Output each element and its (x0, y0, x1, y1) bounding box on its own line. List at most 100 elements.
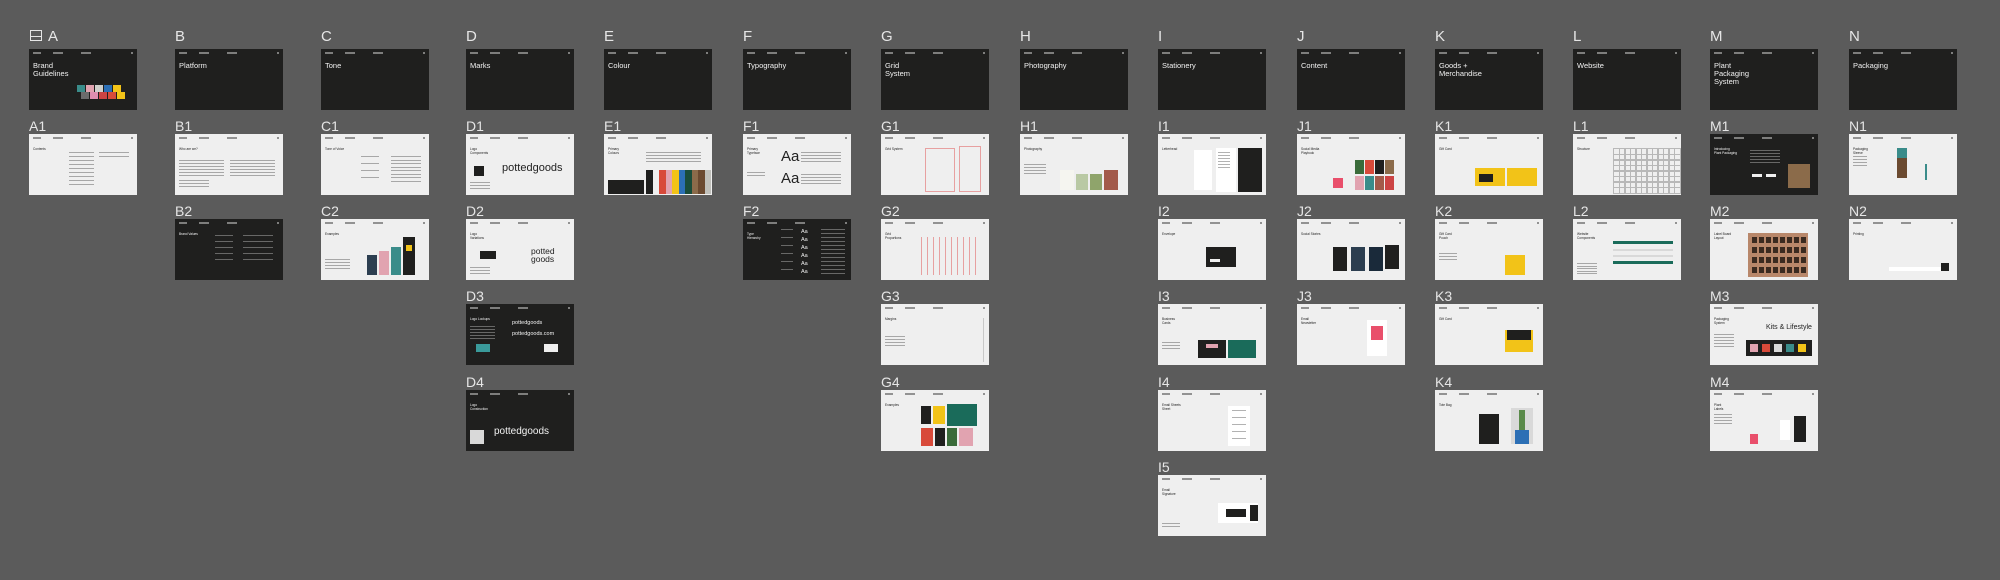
slide-title: Logo Components (470, 147, 489, 155)
section-cover-f[interactable]: Typography (743, 49, 851, 110)
type-specimen: Aa (781, 170, 800, 187)
slide-h1[interactable]: Photography (1020, 134, 1128, 195)
social-post (1355, 176, 1364, 190)
section-cover-h[interactable]: Photography (1020, 49, 1128, 110)
section-cover-n[interactable]: Packaging (1849, 49, 1957, 110)
slide-j1[interactable]: Social Media Playbook (1297, 134, 1405, 195)
slide-j2[interactable]: Social Stories (1297, 219, 1405, 280)
section-cover-b[interactable]: Platform (175, 49, 283, 110)
slide-m1[interactable]: Introducing Plant Packaging (1710, 134, 1818, 195)
header-line (345, 137, 355, 139)
label-mark (1780, 267, 1785, 273)
page-icon[interactable] (30, 30, 42, 41)
slide-k3[interactable]: Gift Card (1435, 304, 1543, 365)
slide-a1[interactable]: Contents (29, 134, 137, 195)
header-line (1487, 393, 1497, 395)
section-cover-e[interactable]: Colour (604, 49, 712, 110)
slide-k2[interactable]: Gift Card Pouch (1435, 219, 1543, 280)
text-line (215, 259, 233, 260)
slide-d4[interactable]: Logo Construction pottedgoods (466, 390, 574, 451)
slide-i2[interactable]: Envelope (1158, 219, 1266, 280)
header-line (1044, 137, 1054, 139)
slide-c1[interactable]: Tone of Voice (321, 134, 429, 195)
header-line (1072, 137, 1082, 139)
image-block (1060, 170, 1074, 190)
slide-c2[interactable]: Examples (321, 219, 429, 280)
pot-icon (480, 251, 496, 259)
slide-k1[interactable]: Gift Card (1435, 134, 1543, 195)
header-line (795, 137, 805, 139)
header-line (1439, 393, 1447, 395)
slide-g4[interactable]: Examples (881, 390, 989, 451)
slide-l2[interactable]: Website Components (1573, 219, 1681, 280)
slide-i3[interactable]: Business Cards (1158, 304, 1266, 365)
text-line (821, 269, 845, 270)
slide-g3[interactable]: Margins (881, 304, 989, 365)
slide-title: Printing (1853, 232, 1864, 236)
text-line (1024, 164, 1046, 165)
slide-m2[interactable]: Label Board Layout (1710, 219, 1818, 280)
label-mark (1773, 247, 1778, 253)
slide-header (179, 52, 279, 55)
slide-l1[interactable]: Structure (1573, 134, 1681, 195)
slide-d1[interactable]: Logo Components pottedgoods (466, 134, 574, 195)
header-line (767, 222, 777, 224)
frame-label-j3: J3 (1297, 288, 1312, 304)
slide-header (1439, 222, 1539, 225)
header-line (767, 52, 777, 54)
slide-g1[interactable]: Grid System (881, 134, 989, 195)
slide-e1[interactable]: Primary Colours (604, 134, 712, 195)
text-line (1853, 156, 1867, 157)
text-line (1750, 150, 1780, 151)
slide-i1[interactable]: Letterhead (1158, 134, 1266, 195)
slide-k4[interactable]: Tote Bag (1435, 390, 1543, 451)
image-block (1941, 263, 1949, 271)
header-line (1853, 137, 1861, 139)
slide-d2[interactable]: Logo Variations potted goods (466, 219, 574, 280)
section-cover-j[interactable]: Content (1297, 49, 1405, 110)
slide-header (1301, 52, 1401, 55)
section-cover-l[interactable]: Website (1573, 49, 1681, 110)
slide-d3[interactable]: Logo Lockups pottedgoods pottedgoods.com (466, 304, 574, 365)
label-mark (1794, 237, 1799, 243)
section-cover-a[interactable]: Brand Guidelines (29, 49, 137, 110)
slide-i5[interactable]: Email Signature (1158, 475, 1266, 536)
section-cover-d[interactable]: Marks (466, 49, 574, 110)
header-line (1439, 52, 1447, 54)
text-line (470, 326, 495, 327)
section-cover-i[interactable]: Stationery (1158, 49, 1266, 110)
slide-m4[interactable]: Plant Labels (1710, 390, 1818, 451)
text-line (179, 175, 224, 176)
slide-f1[interactable]: Primary Typeface Aa Aa (743, 134, 851, 195)
section-cover-c[interactable]: Tone (321, 49, 429, 110)
section-title: Stationery (1162, 61, 1196, 70)
label-mark (1801, 257, 1806, 263)
slide-b2[interactable]: Brand Values (175, 219, 283, 280)
text-line (1024, 170, 1046, 171)
slide-m3[interactable]: Packaging System Kits & Lifestyle (1710, 304, 1818, 365)
text-line (69, 176, 94, 177)
slide-g2[interactable]: Grid Proportions (881, 219, 989, 280)
frame-label-l1: L1 (1573, 118, 1589, 134)
header-line (1625, 137, 1635, 139)
label-mark (1787, 267, 1792, 273)
slide-i4[interactable]: Email Sheets Sheet (1158, 390, 1266, 451)
image-block (1351, 247, 1365, 271)
slide-header (470, 222, 570, 225)
header-line (1734, 222, 1744, 224)
slide-n2[interactable]: Printing (1849, 219, 1957, 280)
header-line (1459, 393, 1469, 395)
slide-f2[interactable]: Type Hierarchy Aa Aa Aa Aa Aa Aa (743, 219, 851, 280)
header-line (325, 52, 333, 54)
image-block (406, 245, 412, 251)
section-cover-g[interactable]: Grid System (881, 49, 989, 110)
slide-n1[interactable]: Packaging Sleeve (1849, 134, 1957, 195)
section-cover-k[interactable]: Goods + Merchandise (1435, 49, 1543, 110)
slide-j3[interactable]: Email Newsletter (1297, 304, 1405, 365)
type-specimen: Aa (801, 229, 808, 235)
canvas[interactable]: A Brand Guidelines B Platform C Tone D Marks E Co… (0, 0, 2000, 580)
slide-b1[interactable]: Who are we? (175, 134, 283, 195)
frame-label-m4: M4 (1710, 374, 1730, 390)
header-dot (1951, 52, 1953, 54)
section-cover-m[interactable]: Plant Packaging System (1710, 49, 1818, 110)
